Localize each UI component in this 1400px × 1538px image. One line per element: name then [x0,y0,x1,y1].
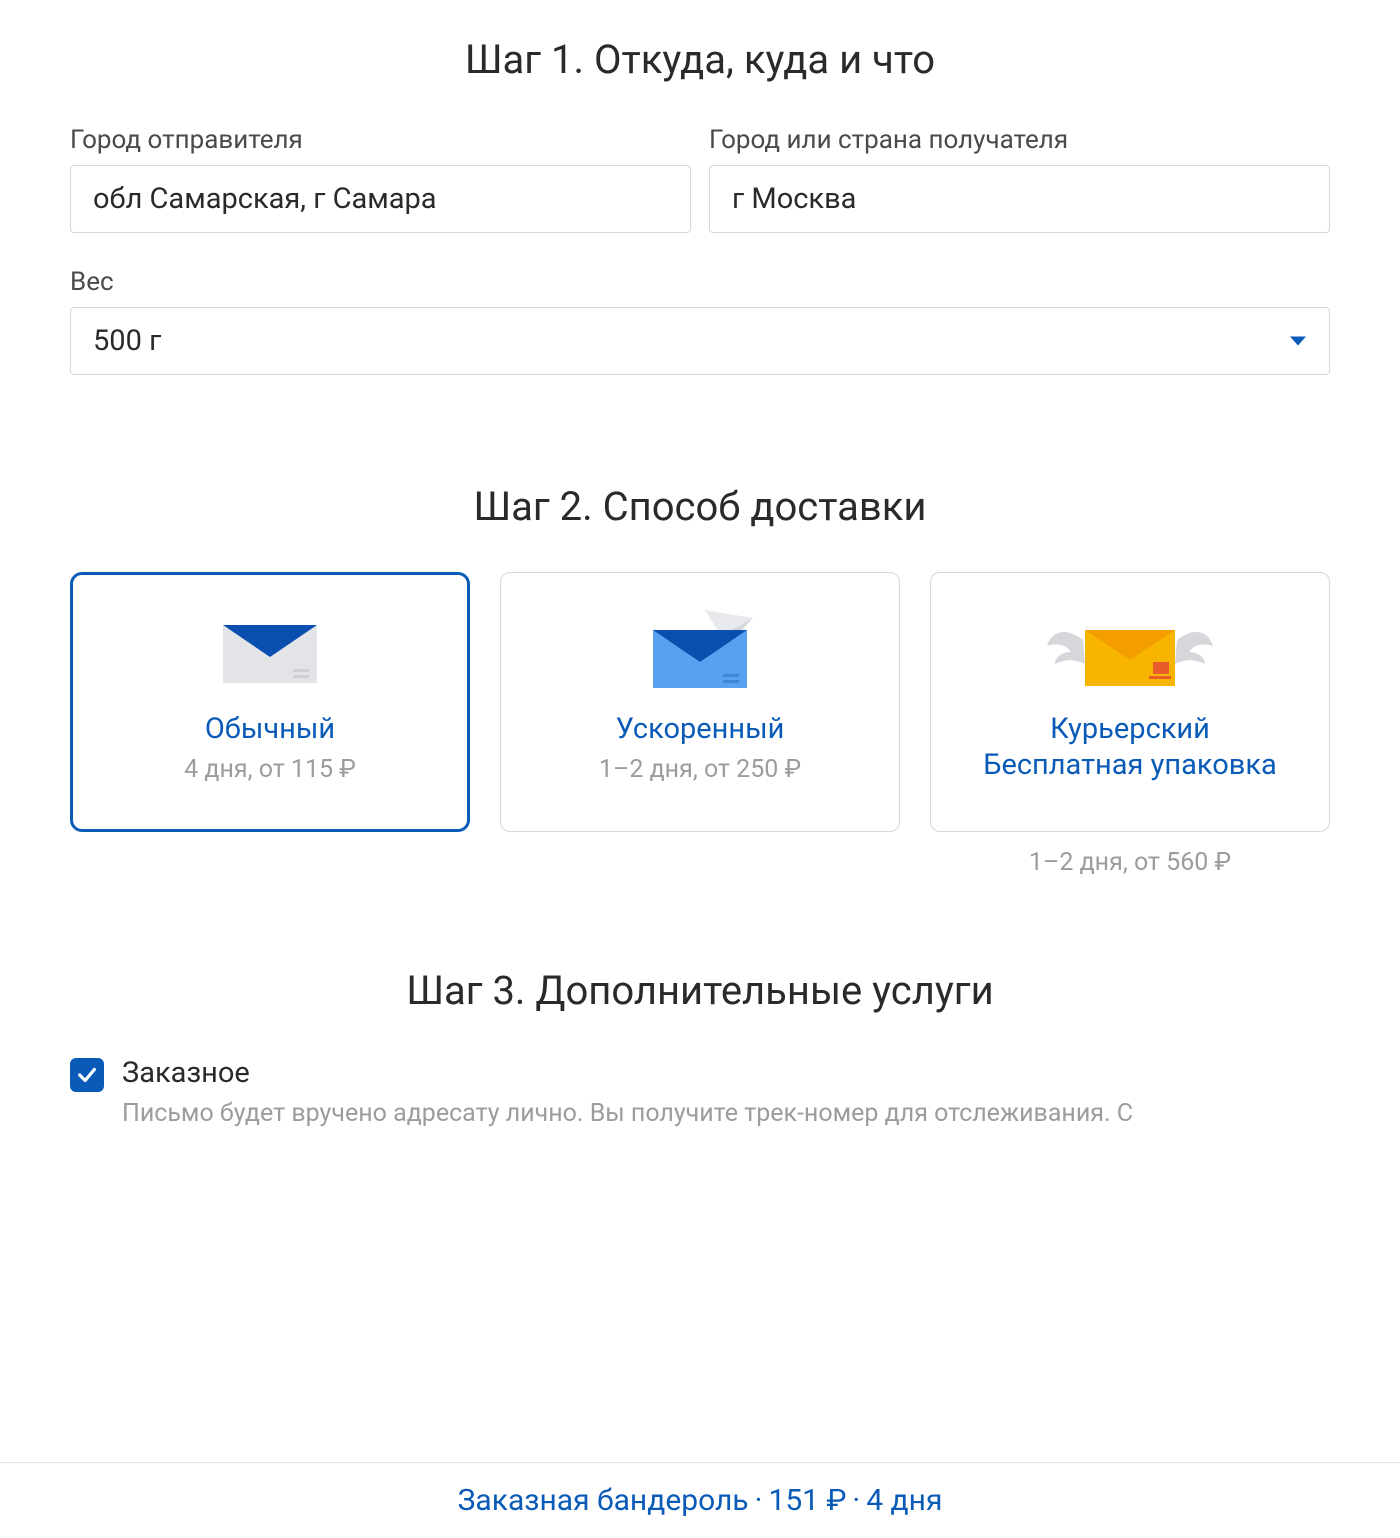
delivery-option-express[interactable]: Ускоренный 1–2 дня, от 250 ₽ [500,572,900,832]
option-registered-label: Заказное [122,1056,1330,1090]
step2-title: Шаг 2. Способ доставки [70,483,1330,530]
envelope-icon [215,605,325,697]
step3-title: Шаг 3. Дополнительные услуги [70,967,1330,1014]
weight-label: Вес [70,267,1330,297]
delivery-option-standard[interactable]: Обычный 4 дня, от 115 ₽ [70,572,470,832]
to-city-input[interactable] [709,165,1330,233]
to-label: Город или страна получателя [709,125,1330,155]
weight-select[interactable]: 500 г [70,307,1330,375]
summary-text[interactable]: Заказная бандероль·151 ₽·4 дня [458,1483,943,1518]
from-label: Город отправителя [70,125,691,155]
registered-checkbox[interactable] [70,1058,104,1092]
option-registered-desc: Письмо будет вручено адресату лично. Вы … [122,1096,1330,1131]
from-city-input[interactable] [70,165,691,233]
summary-bar: Заказная бандероль·151 ₽·4 дня [0,1462,1400,1538]
check-icon [76,1064,98,1086]
card-sub: 4 дня, от 115 ₽ [184,755,356,784]
card-title: Ускоренный [616,711,785,747]
card-title: Обычный [205,711,335,747]
card-outside-sub: 1–2 дня, от 560 ₽ [930,848,1330,877]
weight-value: 500 г [93,324,161,358]
delivery-option-courier[interactable]: Курьерский Бесплатная упаковка [930,572,1330,832]
card-sub: 1–2 дня, от 250 ₽ [599,755,801,784]
envelope-wings-icon [1045,605,1215,697]
card-title: Курьерский Бесплатная упаковка [983,711,1277,784]
envelope-fast-icon [635,605,765,697]
chevron-down-icon [1290,337,1306,346]
step1-title: Шаг 1. Откуда, куда и что [70,36,1330,83]
